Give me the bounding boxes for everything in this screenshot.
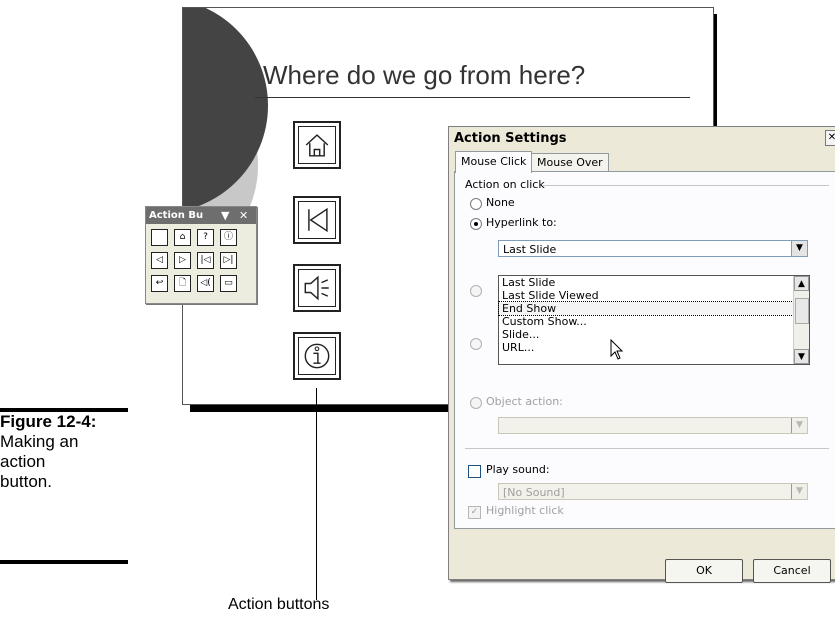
hyperlink-dropdown-list[interactable]: Last Slide Last Slide Viewed End Show Cu… xyxy=(498,275,810,365)
chevron-down-icon[interactable]: ▼ xyxy=(791,241,807,256)
title-underline xyxy=(255,97,690,98)
hyperlink-select[interactable]: Last Slide ▼ xyxy=(498,240,808,257)
home-action-button[interactable] xyxy=(293,121,341,169)
chevron-down-icon[interactable]: ▼ xyxy=(791,484,807,499)
slide-title[interactable]: Where do we go from here? xyxy=(263,60,585,91)
play-sound-checkbox[interactable] xyxy=(468,465,481,478)
chevron-down-icon[interactable]: ▼ xyxy=(791,418,807,433)
hyperlink-select-value: Last Slide xyxy=(503,243,557,256)
cancel-button[interactable]: Cancel xyxy=(753,559,831,583)
sound-select[interactable]: [No Sound] ▼ xyxy=(498,483,808,500)
scroll-up-icon[interactable]: ▲ xyxy=(794,276,809,291)
sound-select-value: [No Sound] xyxy=(503,486,565,499)
section-divider xyxy=(465,448,829,449)
custom-button-icon[interactable] xyxy=(151,229,168,246)
toolbar-title: Action Bu xyxy=(149,210,204,221)
toolbar-button-grid: ⌂ ? ⓘ ◁ ▷ |◁ ▷| ↩ 🗋 ◁( ▭ xyxy=(151,229,237,292)
list-item[interactable]: Slide... xyxy=(499,328,809,341)
callout-leader-line xyxy=(316,388,317,600)
run-program-radio[interactable] xyxy=(470,285,482,297)
sound-action-button[interactable] xyxy=(293,264,341,312)
object-action-label: Object action: xyxy=(486,395,563,408)
tab-mouse-click[interactable]: Mouse Click xyxy=(455,151,533,173)
object-action-select[interactable]: ▼ xyxy=(498,417,808,434)
end-button-icon[interactable]: ▷| xyxy=(220,252,237,269)
dialog-title: Action Settings xyxy=(454,131,567,146)
list-item-selected[interactable]: End Show xyxy=(498,301,794,316)
information-icon xyxy=(298,337,336,375)
home-icon xyxy=(298,126,336,164)
none-label: None xyxy=(486,196,515,209)
list-item[interactable]: Last Slide Viewed xyxy=(499,289,809,302)
caption-bottom-rule xyxy=(0,560,128,564)
none-radio[interactable] xyxy=(470,198,482,210)
ok-button[interactable]: OK xyxy=(665,559,743,583)
scroll-down-icon[interactable]: ▼ xyxy=(794,349,809,364)
beginning-action-button[interactable] xyxy=(293,196,341,244)
toolbar-close-icon[interactable]: ✕ xyxy=(239,207,248,224)
sound-icon xyxy=(298,269,336,307)
list-item[interactable]: URL... xyxy=(499,341,809,354)
mouse-pointer-icon xyxy=(610,339,624,360)
hyperlink-radio[interactable] xyxy=(470,218,482,230)
callout-label: Action buttons xyxy=(228,596,330,613)
object-action-radio[interactable] xyxy=(470,397,482,409)
highlight-click-label: Highlight click xyxy=(486,504,564,517)
action-on-click-label: Action on click xyxy=(465,178,545,191)
highlight-click-checkbox[interactable]: ✓ xyxy=(468,506,481,519)
information-button-icon[interactable]: ⓘ xyxy=(220,229,237,246)
toolbar-title-bar[interactable]: Action Bu ▼ ✕ xyxy=(146,207,256,224)
group-divider xyxy=(543,185,829,186)
action-buttons-toolbar[interactable]: Action Bu ▼ ✕ ⌂ ? ⓘ ◁ ▷ |◁ ▷| ↩ 🗋 ◁( ▭ xyxy=(145,206,257,304)
beginning-icon xyxy=(298,201,336,239)
figure-text: Making an action button. xyxy=(0,432,79,491)
back-button-icon[interactable]: ◁ xyxy=(151,252,168,269)
figure-number: Figure 12-4: xyxy=(0,412,97,431)
hyperlink-label: Hyperlink to: xyxy=(486,216,557,229)
list-scrollbar[interactable]: ▲ ▼ xyxy=(793,276,809,364)
home-button-icon[interactable]: ⌂ xyxy=(174,229,191,246)
scroll-thumb[interactable] xyxy=(795,298,809,324)
return-button-icon[interactable]: ↩ xyxy=(151,275,168,292)
forward-button-icon[interactable]: ▷ xyxy=(174,252,191,269)
list-item[interactable]: Custom Show... xyxy=(499,315,809,328)
beginning-button-icon[interactable]: |◁ xyxy=(197,252,214,269)
help-button-icon[interactable]: ? xyxy=(197,229,214,246)
list-item[interactable]: Last Slide xyxy=(499,276,809,289)
toolbar-menu-icon[interactable]: ▼ xyxy=(221,207,229,224)
document-button-icon[interactable]: 🗋 xyxy=(174,275,191,292)
movie-button-icon[interactable]: ▭ xyxy=(220,275,237,292)
dialog-close-icon[interactable]: ✕ xyxy=(825,130,835,146)
play-sound-label: Play sound: xyxy=(486,463,550,476)
sound-button-icon[interactable]: ◁( xyxy=(197,275,214,292)
information-action-button[interactable] xyxy=(293,332,341,380)
action-settings-dialog: Action Settings ✕ Mouse Click Mouse Over… xyxy=(448,126,835,583)
tab-mouse-over[interactable]: Mouse Over xyxy=(531,153,609,172)
run-macro-radio[interactable] xyxy=(470,338,482,350)
figure-caption: Figure 12-4: Making an action button. xyxy=(0,412,128,492)
